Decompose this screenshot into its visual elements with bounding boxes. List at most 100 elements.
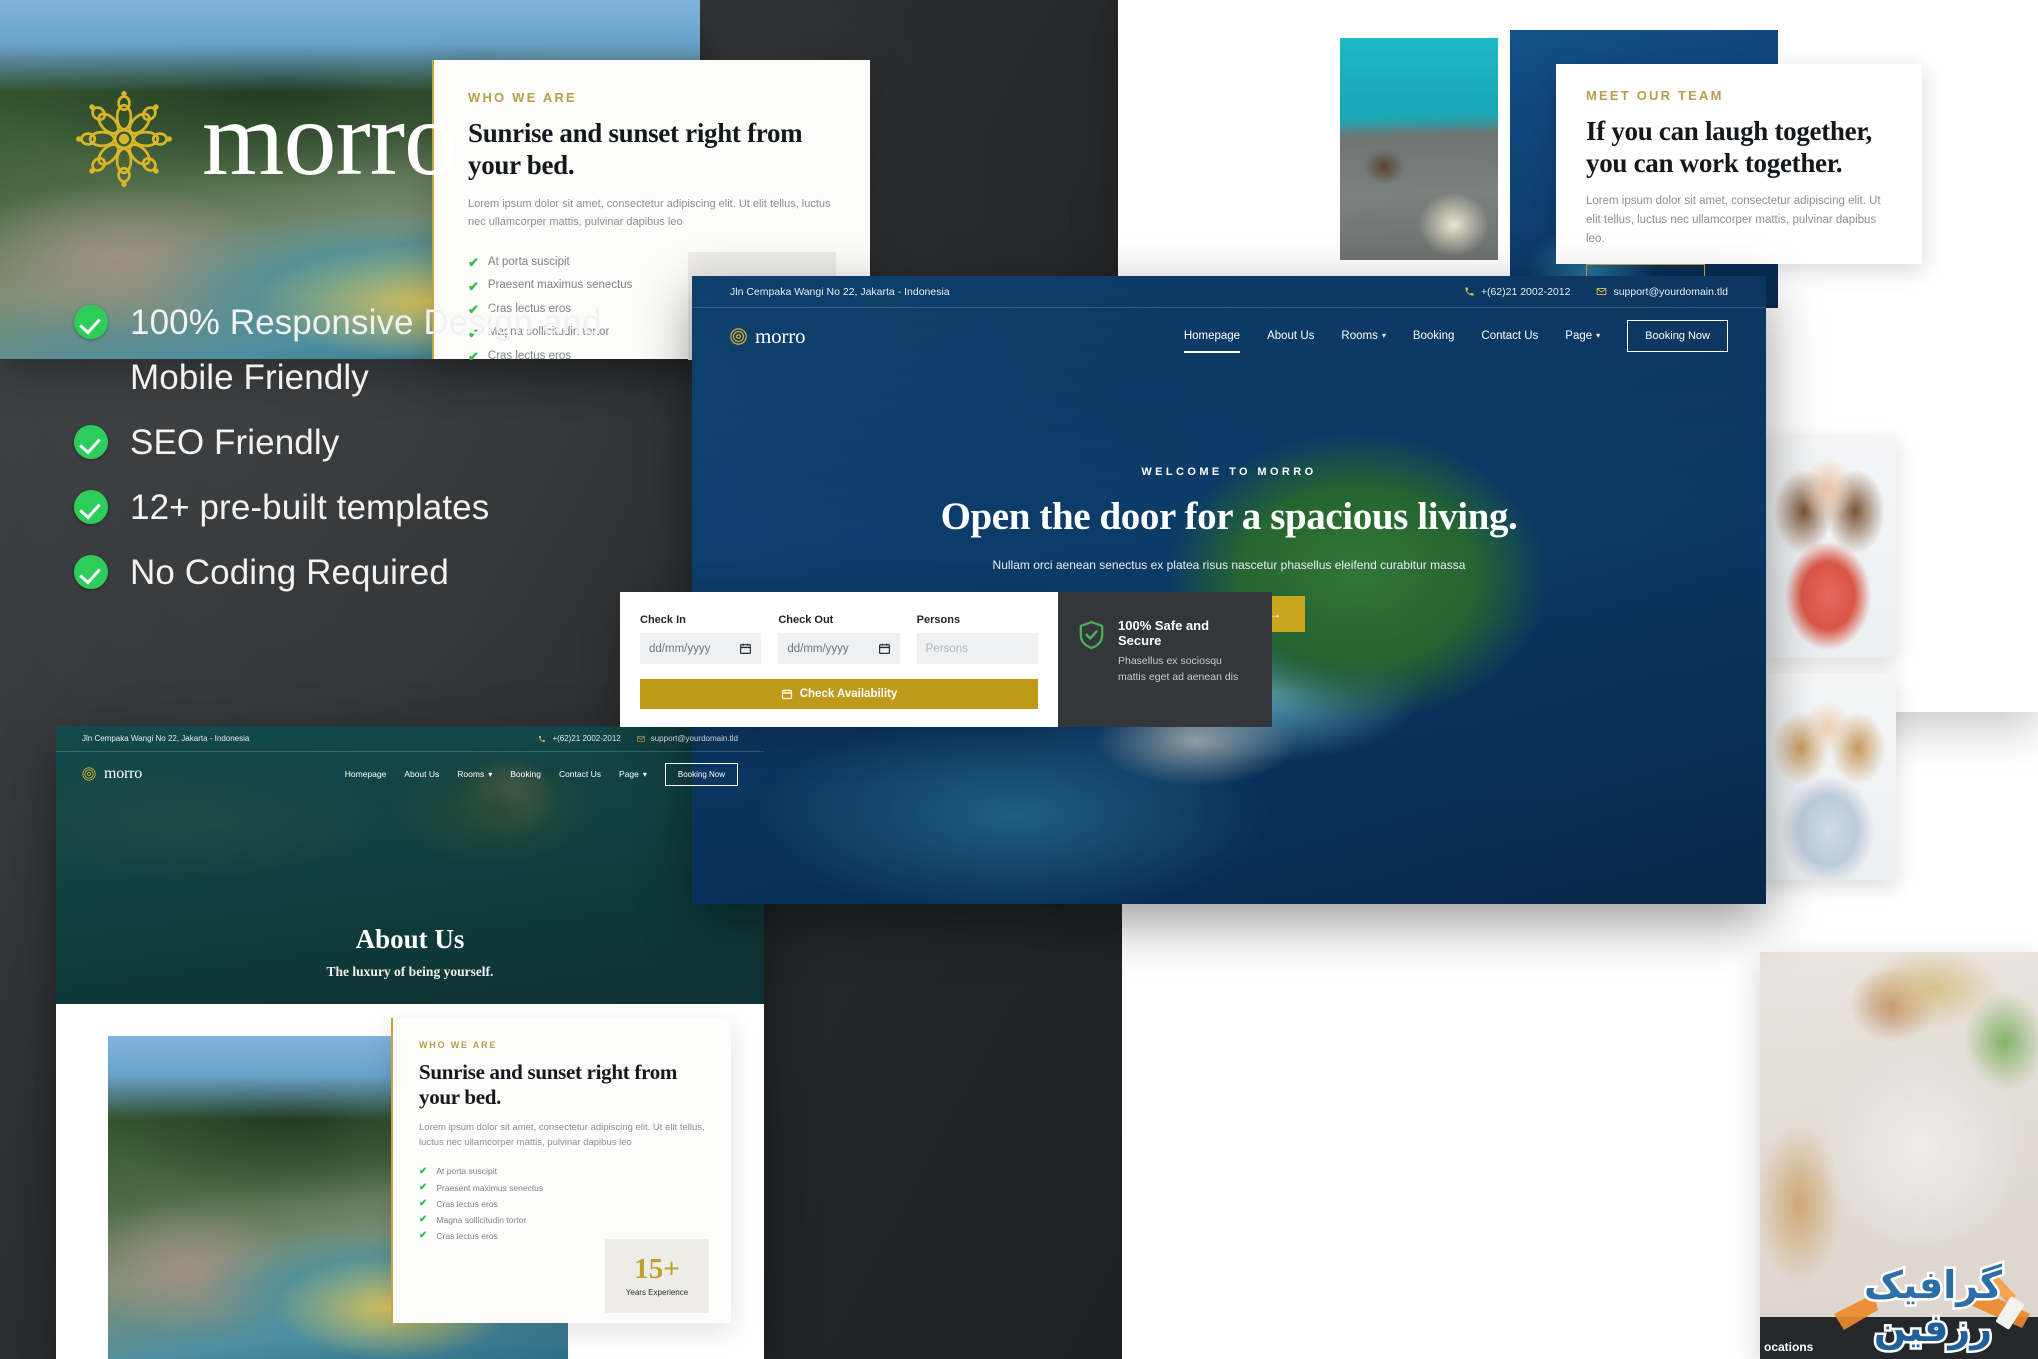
chevron-down-icon: ▾ xyxy=(1381,331,1386,341)
about-nav-booking[interactable]: Booking xyxy=(510,769,541,779)
about-nav-brand[interactable]: morro xyxy=(82,765,142,783)
about-navbar: morro Homepage About Us Rooms ▾ Booking C… xyxy=(56,752,764,796)
calendar-icon xyxy=(878,643,890,654)
team-title: If you can laugh together, you can work … xyxy=(1586,116,1872,178)
shield-check-icon xyxy=(1079,620,1104,650)
envelope-icon xyxy=(1597,288,1607,295)
feature-item: SEO Friendly xyxy=(74,416,714,471)
checkout-field: Check Out dd/mm/yyyy xyxy=(778,614,900,664)
nav-item-contact-us[interactable]: Contact Us xyxy=(1481,330,1538,342)
topbar-email-text: support@yourdomain.tld xyxy=(1613,285,1728,298)
about-address: Jln Cempaka Wangi No 22, Jakarta - Indon… xyxy=(82,734,250,743)
envelope-icon xyxy=(637,735,645,742)
topbar-address: Jln Cempaka Wangi No 22, Jakarta - Indon… xyxy=(730,285,950,298)
homepage-mockup: Jln Cempaka Wangi No 22, Jakarta - Indon… xyxy=(692,276,1766,904)
about-booking-now-button[interactable]: Booking Now xyxy=(664,762,738,786)
nav-item-rooms[interactable]: Rooms ▾ xyxy=(1341,330,1385,342)
check-icon: ✔ xyxy=(419,1181,428,1193)
persons-field: Persons Persons xyxy=(916,614,1038,664)
checkout-input[interactable]: dd/mm/yyyy xyxy=(778,633,900,664)
feature-label: 12+ pre-built templates xyxy=(130,487,490,527)
calendar-icon xyxy=(740,643,752,654)
check-availability-label: Check Availability xyxy=(799,688,898,700)
mandala-flower-icon xyxy=(82,767,96,781)
check-icon: ✔ xyxy=(419,1165,428,1177)
brand-lockup: morro xyxy=(72,80,457,197)
hero-subtitle: Nullam orci aenean senectus ex platea ri… xyxy=(992,558,1466,573)
chevron-down-icon: ▾ xyxy=(488,770,493,780)
booking-form: Check In dd/mm/yyyy Check Out dd/mm/yyyy… xyxy=(620,592,1058,727)
about-body: WHO WE ARE Sunrise and sunset right from… xyxy=(56,1004,764,1359)
nav-logo-text: morro xyxy=(755,323,806,348)
safe-secure-card: 100% Safe and Secure Phasellus ex socios… xyxy=(1058,592,1272,727)
brand-wordmark: morro xyxy=(202,80,457,197)
nav-item-page[interactable]: Page ▾ xyxy=(1565,330,1600,342)
team-eyebrow: MEET OUR TEAM xyxy=(1586,88,1724,103)
experience-number: 15+ xyxy=(634,1253,680,1285)
about-nav-rooms[interactable]: Rooms ▾ xyxy=(457,769,492,779)
chevron-down-icon: ▾ xyxy=(642,770,647,780)
check-icon: ✔ xyxy=(419,1230,428,1242)
checkin-field: Check In dd/mm/yyyy xyxy=(640,614,762,664)
phone-icon xyxy=(1465,287,1474,296)
couple-caption: ocations xyxy=(1760,1317,2038,1359)
checkin-input[interactable]: dd/mm/yyyy xyxy=(640,633,762,664)
about-phone-text: +(62)21 2002-2012 xyxy=(552,734,621,743)
green-check-circle-icon xyxy=(74,424,108,459)
check-icon: ✔ xyxy=(468,278,479,294)
safe-description: Phasellus ex sociosqu mattis eget ad aen… xyxy=(1118,655,1239,684)
team-text-card: MEET OUR TEAM If you can laugh together,… xyxy=(1556,64,1922,298)
mandala-flower-icon xyxy=(730,327,747,345)
about-nav-about-us[interactable]: About Us xyxy=(404,769,439,779)
topbar-email[interactable]: support@yourdomain.tld xyxy=(1596,286,1728,298)
check-icon: ✔ xyxy=(419,1213,428,1225)
feature-item: 100% Responsive Design and Mobile Friend… xyxy=(74,296,714,406)
hero-title: Open the door for a spacious living. xyxy=(940,495,1518,538)
feature-list: 100% Responsive Design and Mobile Friend… xyxy=(74,296,714,611)
smiling-woman-striped-shirt-photo xyxy=(1760,436,1896,658)
about-page-mockup: Jln Cempaka Wangi No 22, Jakarta - Indon… xyxy=(56,726,764,1359)
green-check-circle-icon xyxy=(74,489,108,524)
experience-badge: 15+ Years Experience xyxy=(605,1239,709,1313)
about-nav-page[interactable]: Page ▾ xyxy=(619,769,647,779)
about-who-eyebrow: WHO WE ARE xyxy=(419,1040,498,1050)
persons-placeholder: Persons xyxy=(925,642,968,655)
poolside-legs-photo xyxy=(1340,38,1498,260)
nav-brand[interactable]: morro xyxy=(730,323,806,349)
about-topbar: Jln Cempaka Wangi No 22, Jakarta - Indon… xyxy=(56,726,764,752)
topbar-phone[interactable]: +(62)21 2002-2012 xyxy=(1464,286,1570,298)
list-item: ✔ Magna sollicitudin tortor xyxy=(419,1213,527,1225)
safe-title: 100% Safe and Secure xyxy=(1118,618,1210,648)
nav-item-homepage[interactable]: Homepage xyxy=(1183,330,1241,353)
who-title: Sunrise and sunset right from your bed. xyxy=(468,118,803,180)
team-body: Lorem ipsum dolor sit amet, consectetur … xyxy=(1586,194,1881,246)
about-phone: +(62)21 2002-2012 xyxy=(538,734,621,743)
about-who-title: Sunrise and sunset right from your bed. xyxy=(419,1060,678,1109)
about-who-we-are-card: WHO WE ARE Sunrise and sunset right from… xyxy=(391,1018,731,1323)
site-topbar: Jln Cempaka Wangi No 22, Jakarta - Indon… xyxy=(692,276,1766,308)
hero-eyebrow: WELCOME TO MORRO xyxy=(1141,466,1317,478)
green-check-circle-icon xyxy=(74,305,108,339)
green-check-circle-icon xyxy=(74,554,108,589)
persons-input[interactable]: Persons xyxy=(916,633,1038,664)
feature-label: 100% Responsive Design and Mobile Friend… xyxy=(130,303,602,397)
poster-canvas: morro 100% Responsive Design and Mobile … xyxy=(0,0,2038,1359)
about-nav-contact-us[interactable]: Contact Us xyxy=(559,769,601,779)
persons-label: Persons xyxy=(916,614,961,626)
couple-beach-hat-photo: ocations xyxy=(1760,952,2038,1359)
checkout-value: dd/mm/yyyy xyxy=(787,642,849,655)
experience-label: Years Experience xyxy=(625,1288,689,1297)
check-icon: ✔ xyxy=(468,254,479,270)
nav-item-booking[interactable]: Booking xyxy=(1413,330,1455,342)
nav-item-about-us[interactable]: About Us xyxy=(1267,330,1314,342)
list-item: ✔ Cras lectus eros xyxy=(419,1197,498,1209)
feature-label: No Coding Required xyxy=(130,552,449,592)
mandala-flower-icon xyxy=(76,91,172,187)
smiling-woman-blue-shirt-photo xyxy=(1760,674,1896,880)
booking-now-button[interactable]: Booking Now xyxy=(1627,320,1728,352)
about-email: support@yourdomain.tld xyxy=(637,734,738,743)
site-navbar: morro Homepage About Us Rooms ▾ Booking C… xyxy=(692,308,1766,364)
calendar-icon xyxy=(781,689,792,700)
about-nav-homepage[interactable]: Homepage xyxy=(345,769,387,779)
check-availability-button[interactable]: Check Availability xyxy=(640,679,1038,709)
